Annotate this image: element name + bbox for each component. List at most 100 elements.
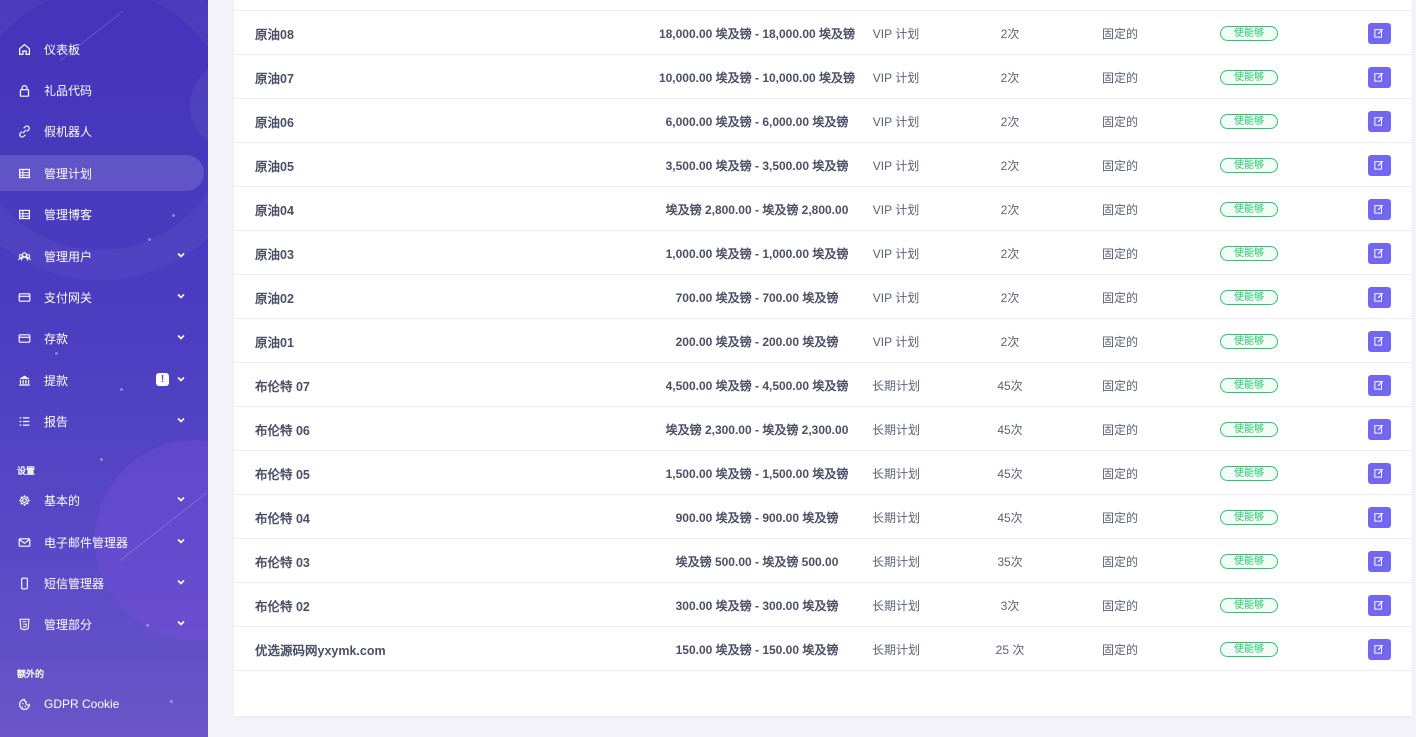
sidebar-item-sms-manager[interactable]: 短信管理器 bbox=[0, 565, 204, 601]
plan-name: 布伦特 03 bbox=[255, 555, 310, 570]
status-cell: 使能够 bbox=[1220, 583, 1278, 627]
plan-type: 长期计划 bbox=[871, 378, 920, 393]
plan-interest-type: 固定的 bbox=[1101, 598, 1138, 613]
chevron-down-icon bbox=[177, 252, 185, 258]
sidebar-item-manage-plans[interactable]: 管理计划 bbox=[0, 155, 204, 191]
plan-name: 原油06 bbox=[255, 115, 294, 130]
bank-icon bbox=[18, 374, 31, 387]
table-icon bbox=[18, 167, 31, 180]
edit-button[interactable] bbox=[1367, 594, 1391, 616]
link-icon bbox=[18, 124, 31, 138]
plan-return-times: 2次 bbox=[1000, 70, 1020, 85]
section-title-settings: 设置 bbox=[17, 466, 36, 476]
plan-name: 布伦特 05 bbox=[255, 467, 310, 482]
sidebar-item-gift-code[interactable]: 礼品代码 bbox=[0, 72, 204, 108]
status-cell: 使能够 bbox=[1220, 99, 1278, 143]
action-cell bbox=[1367, 11, 1391, 55]
plan-return-times: 2次 bbox=[1000, 290, 1020, 305]
sidebar-item-manage-users[interactable]: 管理用户 bbox=[0, 238, 204, 274]
cookie-icon bbox=[18, 698, 31, 711]
plan-return-times: 2次 bbox=[1000, 158, 1020, 173]
plan-return-times: 45次 bbox=[997, 378, 1023, 393]
plan-interest-type: 固定的 bbox=[1101, 378, 1138, 393]
edit-icon bbox=[1374, 336, 1384, 346]
plan-type: VIP 计划 bbox=[872, 26, 920, 41]
action-cell bbox=[1367, 539, 1391, 583]
plan-name: 布伦特 07 bbox=[255, 379, 310, 394]
edit-button[interactable] bbox=[1367, 242, 1391, 264]
sidebar-item-fake-bot[interactable]: 假机器人 bbox=[0, 113, 204, 149]
edit-button[interactable] bbox=[1367, 198, 1391, 220]
plan-name: 优选源码网yxymk.com bbox=[255, 643, 386, 658]
status-badge: 使能够 bbox=[1220, 597, 1278, 613]
chevron-down-icon bbox=[177, 376, 185, 382]
sidebar-item-label: 管理博客 bbox=[44, 207, 93, 222]
plan-interest-type: 固定的 bbox=[1101, 158, 1138, 173]
sidebar-item-manage-blog[interactable]: 管理博客 bbox=[0, 196, 204, 232]
edit-icon bbox=[1374, 160, 1384, 170]
sidebar-item-dashboard[interactable]: 仪表板 bbox=[0, 31, 204, 67]
action-cell bbox=[1367, 407, 1391, 451]
sidebar-item-basic[interactable]: 基本的 bbox=[0, 482, 204, 518]
list-icon bbox=[18, 415, 31, 428]
sidebar-item-label: 仪表板 bbox=[44, 42, 81, 57]
status-badge: 使能够 bbox=[1220, 553, 1278, 569]
status-badge: 使能够 bbox=[1220, 113, 1278, 129]
table-row: 原油06 6,000.00 埃及镑 - 6,000.00 埃及镑 VIP 计划 2次固… bbox=[234, 99, 1412, 143]
edit-button[interactable] bbox=[1367, 286, 1391, 308]
sidebar-item-deposits[interactable]: 存款 bbox=[0, 320, 204, 356]
users-icon bbox=[18, 250, 31, 263]
edit-button[interactable] bbox=[1367, 330, 1391, 352]
plan-return-times: 45次 bbox=[997, 510, 1023, 525]
status-badge: 使能够 bbox=[1220, 465, 1278, 481]
chevron-down-icon bbox=[177, 579, 185, 585]
edit-button[interactable] bbox=[1367, 418, 1391, 440]
edit-button[interactable] bbox=[1367, 374, 1391, 396]
status-cell: 使能够 bbox=[1220, 55, 1278, 99]
edit-icon bbox=[1374, 72, 1384, 82]
sidebar-item-withdrawals[interactable]: 提款 ! bbox=[0, 362, 204, 398]
sidebar-item-manage-sections[interactable]: 管理部分 bbox=[0, 606, 204, 642]
table-row: 原油02 700.00 埃及镑 - 700.00 埃及镑 VIP 计划 2次 固定的 使能… bbox=[234, 275, 1412, 319]
action-cell bbox=[1367, 627, 1391, 671]
plan-return-times: 45次 bbox=[997, 466, 1023, 481]
edit-button[interactable] bbox=[1367, 66, 1391, 88]
plan-type: VIP 计划 bbox=[872, 334, 920, 349]
action-cell bbox=[1367, 143, 1391, 187]
status-cell: 使能够 bbox=[1220, 11, 1278, 55]
plan-interest-type: 固定的 bbox=[1101, 510, 1138, 525]
chevron-down-icon bbox=[177, 334, 185, 340]
table-row: 原油01 200.00 埃及镑 - 200.00 埃及镑 VIP 计划 2次 固定的 使能… bbox=[234, 319, 1412, 363]
edit-icon bbox=[1374, 204, 1384, 214]
sidebar-item-email-manager[interactable]: 电子邮件管理器 bbox=[0, 524, 204, 560]
table-row: 布伦特 07 4,500.00 埃及镑 - 4,500.00 埃及镑 长期计划 45次… bbox=[234, 363, 1412, 407]
edit-icon bbox=[1374, 644, 1384, 654]
sidebar-item-label: 假机器人 bbox=[44, 124, 93, 139]
edit-button[interactable] bbox=[1367, 550, 1391, 572]
sidebar: 仪表板 礼品代码 假机器人 管理计划 管理博客 管理用户 支付网关 存款 提款 … bbox=[0, 0, 208, 737]
phone-icon bbox=[18, 577, 31, 590]
action-cell bbox=[1367, 275, 1391, 319]
edit-button[interactable] bbox=[1367, 154, 1391, 176]
edit-button[interactable] bbox=[1367, 110, 1391, 132]
table-row: 布伦特 05 1,500.00 埃及镑 - 1,500.00 埃及镑 长期计划 45次… bbox=[234, 451, 1412, 495]
sidebar-item-reports[interactable]: 报告 bbox=[0, 403, 204, 439]
plan-interest-type: 固定的 bbox=[1101, 26, 1138, 41]
edit-button[interactable] bbox=[1367, 462, 1391, 484]
sidebar-item-gdpr-cookie[interactable]: GDPR Cookie bbox=[0, 686, 204, 722]
plan-name: 布伦特 06 bbox=[255, 423, 310, 438]
table-row: 布伦特 02 300.00 埃及镑 - 300.00 埃及镑 长期计划 3次 固定的 使能… bbox=[234, 583, 1412, 627]
edit-button[interactable] bbox=[1367, 638, 1391, 660]
sidebar-item-payment-gateways[interactable]: 支付网关 bbox=[0, 279, 204, 315]
edit-icon bbox=[1374, 116, 1384, 126]
plan-interest-type: 固定的 bbox=[1101, 290, 1138, 305]
status-badge: 使能够 bbox=[1220, 157, 1278, 173]
status-badge: 使能够 bbox=[1220, 245, 1278, 261]
edit-button[interactable] bbox=[1367, 506, 1391, 528]
plan-type: VIP 计划 bbox=[872, 290, 920, 305]
plan-interest-type: 固定的 bbox=[1101, 202, 1138, 217]
action-cell bbox=[1367, 55, 1391, 99]
edit-button[interactable] bbox=[1367, 22, 1391, 44]
plan-interest-type: 固定的 bbox=[1101, 642, 1138, 657]
status-badge: 使能够 bbox=[1220, 289, 1278, 305]
